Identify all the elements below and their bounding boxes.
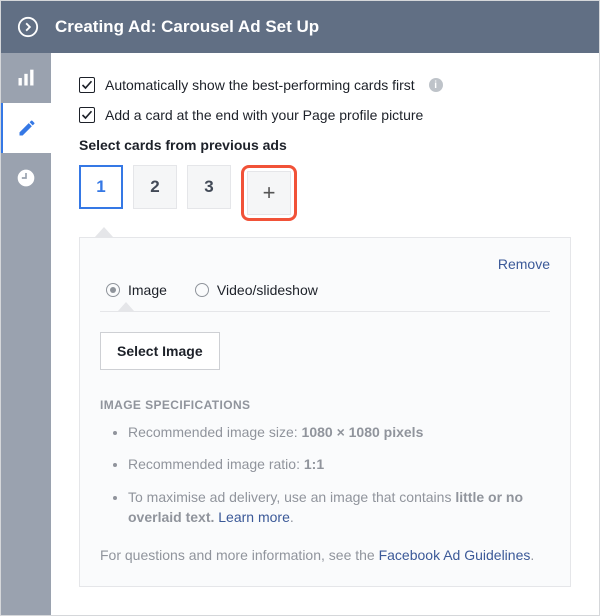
collapse-chevron-icon[interactable] [17, 16, 39, 38]
radio-label: Image [128, 282, 167, 298]
page-title: Creating Ad: Carousel Ad Set Up [55, 17, 319, 37]
footer-note: For questions and more information, see … [100, 545, 550, 566]
card-tab-2[interactable]: 2 [133, 165, 177, 209]
image-specifications: IMAGE SPECIFICATIONS Recommended image s… [100, 398, 550, 527]
checkbox-auto-best[interactable]: Automatically show the best-performing c… [79, 77, 571, 93]
learn-more-link[interactable]: Learn more [218, 509, 290, 525]
app-root: Creating Ad: Carousel Ad Set Up Automati… [0, 0, 600, 616]
checkbox-icon [79, 107, 95, 123]
checkbox-icon [79, 77, 95, 93]
card-tabs: 1 2 3 + [79, 165, 571, 221]
spec-item: Recommended image ratio: 1:1 [128, 454, 550, 474]
sidebar-item-history[interactable] [1, 153, 51, 203]
content-area: Automatically show the best-performing c… [51, 53, 599, 615]
clock-icon [16, 168, 36, 188]
select-image-button[interactable]: Select Image [100, 332, 220, 370]
radio-video[interactable]: Video/slideshow [195, 282, 318, 298]
media-type-radios: Image Video/slideshow [106, 282, 550, 298]
card-tab-add[interactable]: + [247, 171, 291, 215]
guidelines-link[interactable]: Facebook Ad Guidelines [379, 547, 531, 563]
checkbox-label: Automatically show the best-performing c… [105, 77, 415, 93]
radio-label: Video/slideshow [217, 282, 318, 298]
sidebar-item-metrics[interactable] [1, 53, 51, 103]
sidebar-item-edit[interactable] [1, 103, 51, 153]
section-label: Select cards from previous ads [79, 137, 571, 153]
checkbox-label: Add a card at the end with your Page pro… [105, 107, 423, 123]
remove-link[interactable]: Remove [498, 256, 550, 272]
pencil-icon [17, 118, 37, 138]
info-icon[interactable]: i [429, 78, 443, 92]
spec-item: To maximise ad delivery, use an image th… [128, 487, 550, 528]
sidebar [1, 53, 51, 615]
bar-chart-icon [16, 68, 36, 88]
spec-item: Recommended image size: 1080 × 1080 pixe… [128, 422, 550, 442]
card-panel: Remove Image Video/slideshow Select Imag… [79, 237, 571, 587]
radio-dot-icon [106, 283, 120, 297]
spec-title: IMAGE SPECIFICATIONS [100, 398, 550, 412]
radio-pointer-icon [118, 302, 134, 311]
card-tab-3[interactable]: 3 [187, 165, 231, 209]
highlight-annotation: + [241, 165, 297, 221]
checkbox-end-card[interactable]: Add a card at the end with your Page pro… [79, 107, 571, 123]
tab-pointer-icon [95, 227, 113, 237]
titlebar: Creating Ad: Carousel Ad Set Up [1, 1, 599, 53]
card-tab-1[interactable]: 1 [79, 165, 123, 209]
radio-dot-icon [195, 283, 209, 297]
radio-image[interactable]: Image [106, 282, 167, 298]
